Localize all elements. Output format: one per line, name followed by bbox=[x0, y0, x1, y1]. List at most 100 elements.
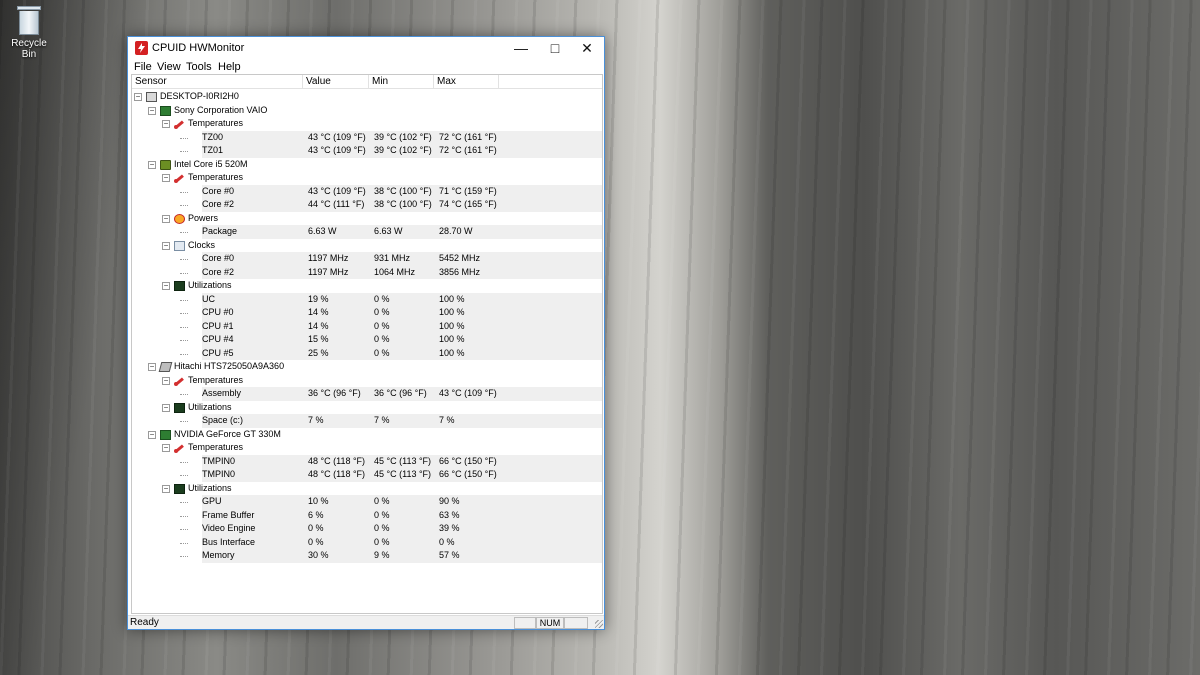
menu-bar: File View Tools Help bbox=[128, 59, 604, 75]
sensor-max: 100 % bbox=[439, 347, 465, 358]
collapse-toggle[interactable]: − bbox=[162, 214, 170, 223]
column-header: Sensor Value Min Max bbox=[132, 75, 602, 89]
tree-connector bbox=[180, 313, 188, 314]
sensor-name: Temperatures bbox=[188, 118, 244, 128]
clock-icon bbox=[174, 240, 185, 251]
tree-connector bbox=[180, 137, 188, 139]
recycle-bin-shortcut[interactable]: Recycle Bin bbox=[4, 4, 54, 60]
collapse-toggle[interactable]: − bbox=[162, 120, 170, 128]
sensor-name: Sony Corporation VAIO bbox=[174, 104, 268, 115]
sensor-group-row[interactable]: − Temperatures bbox=[132, 374, 602, 388]
sensor-reading-row[interactable]: Bus Interface 0 % 0 % 0 % bbox=[132, 535, 602, 549]
collapse-toggle[interactable]: − bbox=[148, 160, 156, 169]
hwmonitor-window: CPUID HWMonitor — □ ✕ File View Tools He… bbox=[127, 36, 605, 630]
sensor-name: Frame Buffer bbox=[202, 509, 255, 520]
sensor-group-row[interactable]: − Sony Corporation VAIO bbox=[132, 104, 602, 118]
sensor-group-row[interactable]: − Utilizations bbox=[132, 401, 602, 415]
sensor-reading-row[interactable]: Package 6.63 W 6.63 W 28.70 W bbox=[132, 225, 602, 239]
utilization-icon bbox=[174, 281, 185, 291]
sensor-reading-row[interactable]: Core #2 44 °C (111 °F) 38 °C (100 °F) 74 °C… bbox=[132, 198, 602, 212]
sensor-reading-row[interactable]: CPU #4 15 % 0 % 100 % bbox=[132, 333, 602, 347]
tree-connector bbox=[180, 205, 188, 206]
column-value[interactable]: Value bbox=[303, 75, 369, 89]
collapse-toggle[interactable]: − bbox=[148, 363, 156, 371]
column-min[interactable]: Min bbox=[369, 75, 434, 89]
column-max[interactable]: Max bbox=[434, 75, 499, 89]
sensor-reading-row[interactable]: TZ01 43 °C (109 °F) 39 °C (102 °F) 72 °C (1… bbox=[132, 144, 602, 158]
sensor-reading-row[interactable]: Core #2 1197 MHz 1064 MHz 3856 MHz bbox=[132, 265, 602, 279]
tree-connector bbox=[180, 502, 188, 503]
collapse-toggle[interactable]: − bbox=[148, 430, 156, 439]
sensor-reading-row[interactable]: Core #0 1197 MHz 931 MHz 5452 MHz bbox=[132, 252, 602, 266]
collapse-toggle[interactable]: − bbox=[162, 376, 170, 385]
column-sensor[interactable]: Sensor bbox=[132, 75, 303, 89]
sensor-name: TMPIN0 bbox=[202, 455, 236, 466]
collapse-toggle[interactable]: − bbox=[162, 282, 170, 290]
collapse-toggle[interactable]: − bbox=[162, 403, 170, 412]
sensor-group-row[interactable]: − Hitachi HTS725050A9A360 bbox=[132, 360, 602, 374]
sensor-name: Utilizations bbox=[188, 280, 232, 290]
sensor-reading-row[interactable]: TMPIN0 48 °C (118 °F) 45 °C (113 °F) 66 °C … bbox=[132, 454, 602, 468]
sensor-group-row[interactable]: − Utilizations bbox=[132, 279, 602, 293]
sensor-reading-row[interactable]: UC 19 % 0 % 100 % bbox=[132, 292, 602, 306]
sensor-reading-row[interactable]: Core #0 43 °C (109 °F) 38 °C (100 °F) 71 °C… bbox=[132, 184, 602, 198]
title-bar[interactable]: CPUID HWMonitor — □ ✕ bbox=[128, 37, 604, 59]
sensor-min: 45 °C (113 °F) bbox=[374, 455, 432, 466]
sensor-reading-row[interactable]: Video Engine 0 % 0 % 39 % bbox=[132, 522, 602, 536]
menu-help[interactable]: Help bbox=[218, 61, 241, 73]
sensor-value: 15 % bbox=[308, 334, 329, 344]
sensor-group-row[interactable]: − Temperatures bbox=[132, 441, 602, 455]
sensor-reading-row[interactable]: CPU #5 25 % 0 % 100 % bbox=[132, 346, 602, 360]
sensor-reading-row[interactable]: CPU #0 14 % 0 % 100 % bbox=[132, 306, 602, 320]
sensor-max: 66 °C (150 °F) bbox=[439, 469, 497, 479]
sensor-reading-row[interactable]: TZ00 43 °C (109 °F) 39 °C (102 °F) 72 °C (1… bbox=[132, 130, 602, 144]
menu-file[interactable]: File bbox=[134, 61, 152, 73]
sensor-max: 74 °C (165 °F) bbox=[439, 199, 497, 209]
sensor-group-row[interactable]: − Temperatures bbox=[132, 171, 602, 185]
collapse-toggle[interactable]: − bbox=[134, 93, 142, 101]
sensor-group-row[interactable]: − Temperatures bbox=[132, 117, 602, 131]
sensor-value: 7 % bbox=[308, 415, 324, 425]
sensor-max: 43 °C (109 °F) bbox=[439, 388, 497, 398]
tree-connector bbox=[180, 232, 188, 233]
close-button[interactable]: ✕ bbox=[570, 37, 604, 59]
sensor-min: 38 °C (100 °F) bbox=[374, 185, 432, 196]
sensor-reading-row[interactable]: Memory 30 % 9 % 57 % bbox=[132, 549, 602, 563]
sensor-reading-row[interactable]: CPU #1 14 % 0 % 100 % bbox=[132, 319, 602, 333]
menu-view[interactable]: View bbox=[157, 61, 181, 73]
tree-connector bbox=[180, 475, 188, 476]
collapse-toggle[interactable]: − bbox=[162, 444, 170, 452]
sensor-reading-row[interactable]: TMPIN0 48 °C (118 °F) 45 °C (113 °F) 66 °C … bbox=[132, 468, 602, 482]
sensor-reading-row[interactable]: Space (c:) 7 % 7 % 7 % bbox=[132, 414, 602, 428]
collapse-toggle[interactable]: − bbox=[162, 241, 170, 250]
sensor-min: 45 °C (113 °F) bbox=[374, 469, 432, 479]
maximize-button[interactable]: □ bbox=[538, 37, 572, 59]
sensor-name: CPU #4 bbox=[202, 334, 234, 344]
sensor-group-row[interactable]: − DESKTOP-I0RI2H0 bbox=[132, 90, 602, 104]
collapse-toggle[interactable]: − bbox=[148, 106, 156, 115]
sensor-value: 0 % bbox=[308, 536, 324, 547]
sensor-tree-list[interactable]: Sensor Value Min Max − DESKTOP-I0RI2H0− So… bbox=[131, 74, 603, 614]
resize-grip[interactable] bbox=[595, 620, 603, 628]
collapse-toggle[interactable]: − bbox=[162, 174, 170, 182]
sensor-value: 36 °C (96 °F) bbox=[308, 388, 361, 398]
sensor-max: 3856 MHz bbox=[439, 266, 481, 277]
sensor-group-row[interactable]: − NVIDIA GeForce GT 330M bbox=[132, 428, 602, 442]
sensor-reading-row[interactable]: GPU 10 % 0 % 90 % bbox=[132, 495, 602, 509]
sensor-reading-row[interactable]: Assembly 36 °C (96 °F) 36 °C (96 °F) 43 °C … bbox=[132, 387, 602, 401]
sensor-value: 44 °C (111 °F) bbox=[308, 199, 365, 209]
motherboard-icon bbox=[160, 105, 171, 116]
sensor-max: 28.70 W bbox=[439, 226, 473, 236]
sensor-reading-row[interactable]: Frame Buffer 6 % 0 % 63 % bbox=[132, 508, 602, 522]
sensor-max: 100 % bbox=[439, 334, 465, 344]
collapse-toggle[interactable]: − bbox=[162, 484, 170, 493]
sensor-group-row[interactable]: − Intel Core i5 520M bbox=[132, 158, 602, 172]
menu-tools[interactable]: Tools bbox=[186, 61, 212, 73]
sensor-group-row[interactable]: − Clocks bbox=[132, 239, 602, 253]
minimize-button[interactable]: — bbox=[504, 37, 538, 59]
computer-icon bbox=[146, 92, 157, 102]
sensor-group-row[interactable]: − Utilizations bbox=[132, 482, 602, 496]
sensor-group-row[interactable]: − Powers bbox=[132, 212, 602, 226]
thermometer-icon bbox=[174, 443, 185, 453]
sensor-name: CPU #5 bbox=[202, 347, 234, 358]
